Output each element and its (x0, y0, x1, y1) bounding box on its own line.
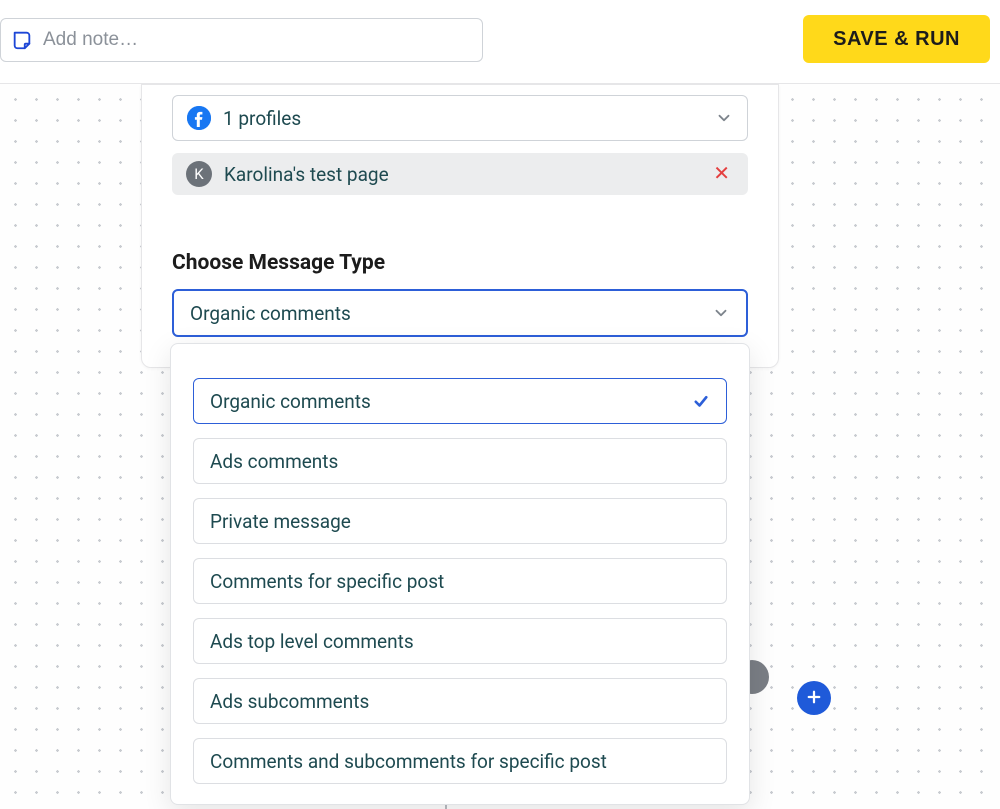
note-input[interactable] (43, 29, 472, 51)
option-label: Ads subcomments (210, 690, 369, 713)
plus-icon (805, 688, 823, 709)
option-ads-comments[interactable]: Ads comments (193, 438, 727, 484)
profile-chip: K Karolina's test page ✕ (172, 153, 748, 195)
option-label: Ads top level comments (210, 630, 414, 653)
save-and-run-button[interactable]: SAVE & RUN (803, 15, 990, 63)
sticky-note-icon (11, 29, 33, 51)
facebook-icon (187, 106, 211, 130)
option-comments-subcomments-specific-post[interactable]: Comments and subcomments for specific po… (193, 738, 727, 784)
config-card: 1 profiles K Karolina's test page ✕ Choo… (141, 84, 779, 368)
message-type-dropdown: Organic comments Ads comments Private me… (170, 343, 750, 805)
top-bar: SAVE & RUN (0, 0, 1000, 84)
chevron-down-icon (715, 109, 733, 127)
option-label: Organic comments (210, 390, 371, 413)
remove-profile-button[interactable]: ✕ (709, 160, 734, 188)
option-ads-top-level-comments[interactable]: Ads top level comments (193, 618, 727, 664)
message-type-select[interactable]: Organic comments (172, 289, 748, 337)
profile-name: Karolina's test page (224, 163, 389, 186)
option-organic-comments[interactable]: Organic comments (193, 378, 727, 424)
option-ads-subcomments[interactable]: Ads subcomments (193, 678, 727, 724)
avatar: K (186, 161, 212, 187)
message-type-selected-label: Organic comments (190, 302, 351, 325)
note-input-container[interactable] (0, 18, 483, 62)
add-node-button[interactable] (797, 681, 831, 715)
chevron-down-icon (712, 304, 730, 322)
option-label: Ads comments (210, 450, 338, 473)
option-private-message[interactable]: Private message (193, 498, 727, 544)
profiles-count-label: 1 profiles (223, 107, 301, 130)
option-label: Comments and subcomments for specific po… (210, 750, 607, 773)
option-label: Comments for specific post (210, 570, 444, 593)
option-comments-specific-post[interactable]: Comments for specific post (193, 558, 727, 604)
message-type-heading: Choose Message Type (172, 251, 748, 275)
close-icon: ✕ (713, 163, 730, 185)
option-label: Private message (210, 510, 351, 533)
check-icon (692, 392, 710, 410)
profiles-select[interactable]: 1 profiles (172, 95, 748, 141)
